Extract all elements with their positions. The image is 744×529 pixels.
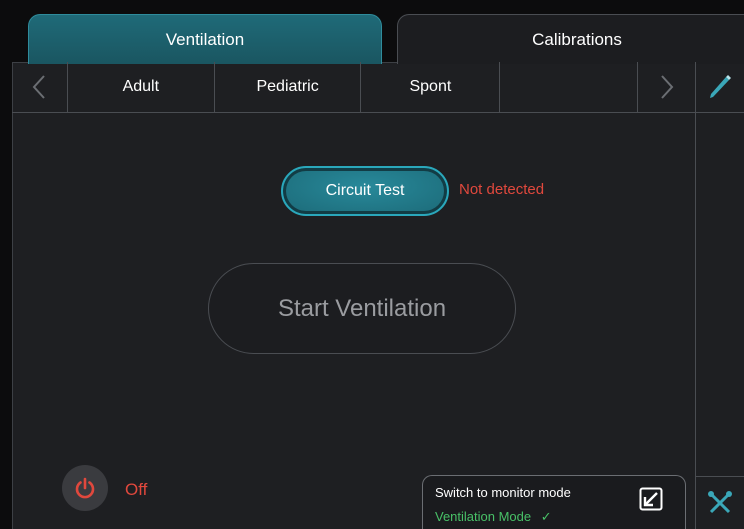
- start-ventilation-button[interactable]: Start Ventilation: [208, 263, 516, 354]
- pencil-icon: [710, 75, 731, 98]
- tools-icon: [708, 491, 732, 514]
- mode-selector-bar: Adult Pediatric Spont: [12, 62, 696, 113]
- mode-spont[interactable]: Spont: [361, 62, 501, 112]
- side-column: [695, 62, 744, 529]
- mode-adult[interactable]: Adult: [68, 62, 215, 112]
- ventilation-mode-label: Ventilation Mode: [435, 509, 532, 524]
- circuit-status: Not detected: [459, 181, 545, 198]
- tab-calibrations-label: Calibrations: [532, 29, 622, 49]
- mode-adult-label: Adult: [122, 78, 160, 95]
- power-icon: [75, 477, 95, 499]
- tools-button[interactable]: [695, 476, 744, 529]
- power-button[interactable]: [62, 465, 108, 511]
- arrow-down-left-icon: [639, 487, 663, 511]
- monitor-mode-title: Switch to monitor mode: [435, 485, 571, 500]
- circuit-test-label: Circuit Test: [325, 182, 405, 199]
- check-icon: ✓: [540, 509, 552, 524]
- start-ventilation-label: Start Ventilation: [277, 294, 447, 322]
- mode-empty-slot[interactable]: [500, 62, 639, 112]
- mode-pediatric-label: Pediatric: [256, 78, 319, 95]
- tab-ventilation[interactable]: Ventilation: [28, 14, 382, 64]
- ventilation-mode-status: Ventilation Mode ✓: [435, 509, 552, 525]
- prev-mode-button[interactable]: [12, 62, 68, 112]
- chevron-left-icon: [33, 75, 46, 99]
- circuit-test-button[interactable]: Circuit Test: [281, 166, 449, 216]
- edit-button[interactable]: [695, 62, 744, 113]
- tab-calibrations[interactable]: Calibrations: [397, 14, 744, 64]
- mode-pediatric[interactable]: Pediatric: [215, 62, 362, 112]
- power-status: Off: [125, 480, 148, 499]
- mode-spont-label: Spont: [409, 78, 452, 95]
- tab-ventilation-label: Ventilation: [165, 29, 245, 49]
- switch-monitor-mode-button[interactable]: Switch to monitor mode Ventilation Mode …: [422, 475, 686, 529]
- chevron-right-icon: [661, 75, 674, 99]
- next-mode-button[interactable]: [638, 62, 696, 112]
